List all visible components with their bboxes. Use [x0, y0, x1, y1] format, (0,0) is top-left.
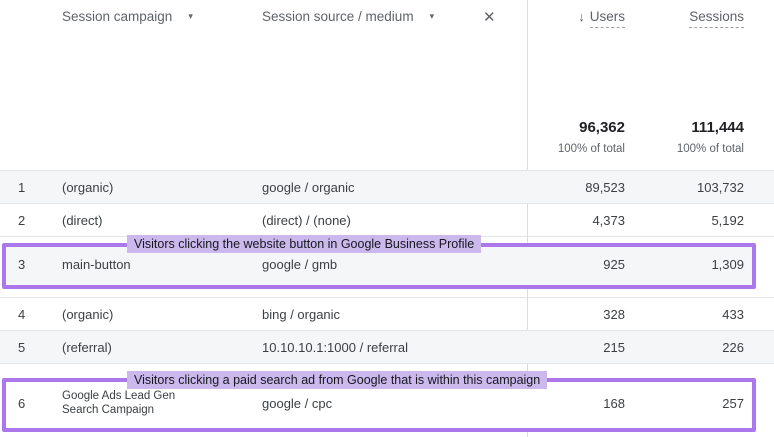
dimension-select-session-source-medium[interactable]: Session source / medium ▾ — [262, 9, 434, 24]
sessions-total-share: 100% of total — [676, 143, 744, 155]
dimension-header-row: Session campaign ▾ Session source / medi… — [0, 9, 527, 31]
cell-session-campaign: (organic) — [62, 179, 114, 195]
cell-session-source-medium: (direct) / (none) — [262, 212, 351, 228]
users-total-share: 100% of total — [557, 143, 625, 155]
sessions-total: 111,444 — [691, 119, 744, 136]
cell-users: 89,523 — [585, 179, 625, 195]
column-header-sessions[interactable]: Sessions — [689, 9, 744, 28]
annotation-gbp-website-button: Visitors clicking the website button in … — [127, 235, 482, 253]
row-number: 5 — [18, 339, 26, 355]
sort-descending-icon[interactable]: ↓ — [578, 9, 585, 24]
cell-sessions: 103,732 — [697, 179, 744, 195]
cell-session-source-medium: 10.10.10.1:1000 / referral — [262, 339, 408, 355]
dimension-label: Session campaign — [62, 9, 173, 24]
cell-users: 215 — [603, 339, 625, 355]
row-number: 4 — [18, 306, 26, 322]
cell-sessions: 433 — [722, 306, 744, 322]
cell-session-source-medium: google / cpc — [262, 395, 333, 411]
chevron-down-icon[interactable]: ▾ — [422, 11, 435, 22]
users-total: 96,362 — [579, 119, 625, 136]
row-separator — [0, 363, 774, 364]
cell-sessions: 5,192 — [711, 212, 744, 228]
sessions-header-label[interactable]: Sessions — [689, 9, 744, 28]
table-row[interactable]: 1 (organic) google / organic 89,523 103,… — [0, 171, 774, 203]
cell-session-campaign: (direct) — [62, 212, 103, 228]
cell-session-source-medium: bing / organic — [262, 306, 341, 322]
cell-sessions: 226 — [722, 339, 744, 355]
row-number: 1 — [18, 179, 26, 195]
cell-session-campaign: main-button — [62, 256, 131, 272]
chevron-down-icon[interactable]: ▾ — [180, 11, 193, 22]
dimension-select-session-campaign[interactable]: Session campaign ▾ — [62, 9, 193, 24]
cell-sessions: 1,309 — [711, 256, 744, 272]
row-number: 6 — [18, 395, 26, 411]
row-number: 3 — [18, 256, 26, 272]
close-icon[interactable]: ✕ — [483, 8, 496, 26]
cell-session-campaign: Google Ads Lead Gen Search Campaign — [62, 390, 176, 416]
dimension-label: Session source / medium — [262, 9, 414, 24]
cell-users: 925 — [603, 256, 625, 272]
cell-sessions: 257 — [722, 395, 744, 411]
annotation-paid-search-ad: Visitors clicking a paid search ad from … — [127, 371, 548, 389]
users-header-label[interactable]: Users — [589, 9, 625, 28]
cell-session-source-medium: google / gmb — [262, 256, 338, 272]
column-header-users[interactable]: ↓ Users — [578, 9, 625, 28]
cell-users: 4,373 — [592, 212, 625, 228]
table-row[interactable]: 2 (direct) (direct) / (none) 4,373 5,192 — [0, 204, 774, 236]
analytics-report-table: Session campaign ▾ Session source / medi… — [0, 0, 774, 437]
cell-users: 328 — [603, 306, 625, 322]
table-row[interactable]: 4 (organic) bing / organic 328 433 — [0, 298, 774, 330]
cell-session-campaign: (organic) — [62, 306, 114, 322]
cell-users: 168 — [603, 395, 625, 411]
cell-session-campaign: (referral) — [62, 339, 112, 355]
cell-session-source-medium: google / organic — [262, 179, 355, 195]
row-number: 2 — [18, 212, 26, 228]
table-row[interactable]: 5 (referral) 10.10.10.1:1000 / referral … — [0, 331, 774, 363]
